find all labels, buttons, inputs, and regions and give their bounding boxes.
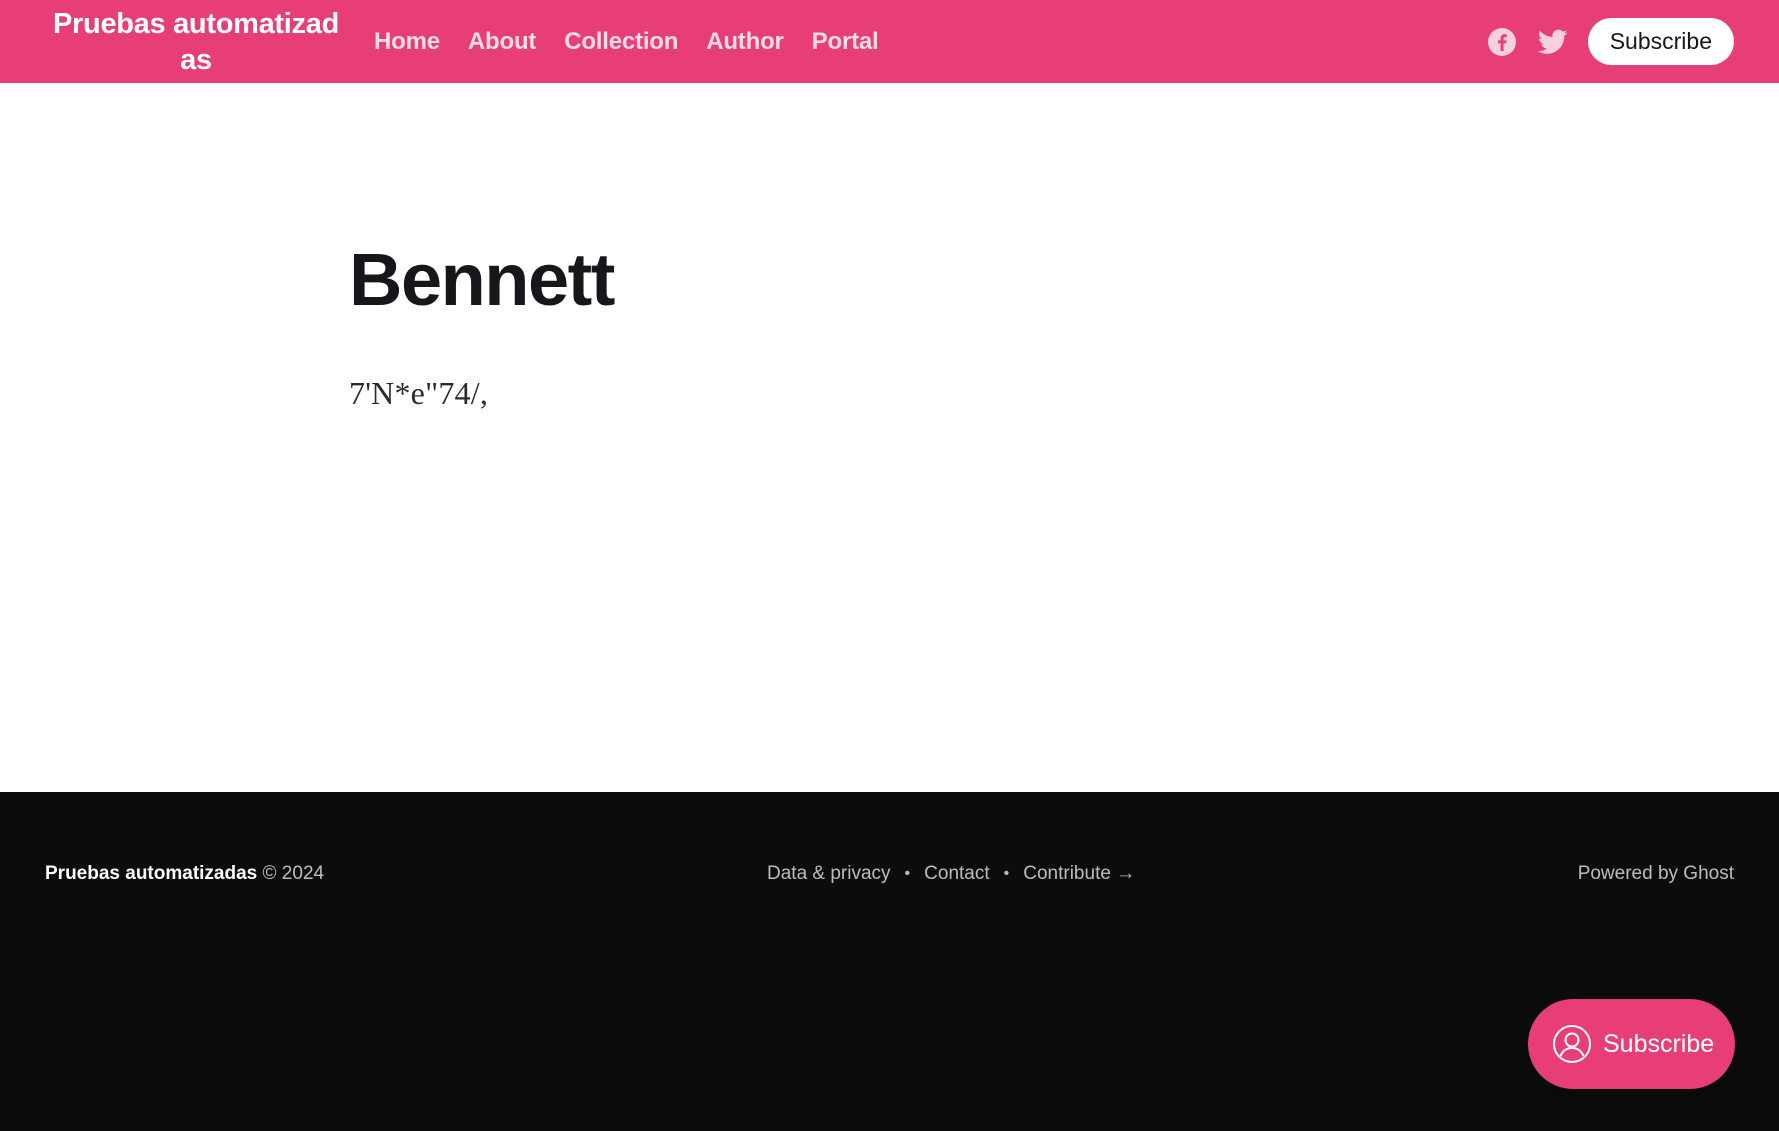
subscribe-button[interactable]: Subscribe	[1587, 18, 1734, 65]
footer-separator: •	[904, 865, 911, 882]
nav-portal-link[interactable]: Portal	[812, 28, 879, 56]
author-page: Bennett 7'N*e"74/,	[0, 83, 1779, 792]
powered-by-ghost-link[interactable]: Powered by Ghost	[1578, 860, 1734, 888]
footer-site-link[interactable]: Pruebas automatizadas	[45, 863, 257, 884]
footer-contact-link[interactable]: Contact	[924, 860, 989, 888]
site-footer: Pruebas automatizadas © 2024 Data & priv…	[0, 792, 1779, 1131]
user-circle-icon	[1552, 1024, 1592, 1064]
site-title[interactable]: Pruebas automatizadas	[46, 6, 346, 78]
nav-about-link[interactable]: About	[468, 28, 537, 56]
main-nav: Home About Collection Author Portal	[374, 0, 879, 83]
copyright-text: © 2024	[262, 863, 325, 884]
facebook-icon[interactable]	[1486, 26, 1518, 58]
nav-home-link[interactable]: Home	[374, 28, 440, 56]
site-header: Pruebas automatizadas Home About Collect…	[0, 0, 1779, 83]
portal-subscribe-button[interactable]: Subscribe	[1528, 999, 1735, 1089]
nav-collection-link[interactable]: Collection	[564, 28, 678, 56]
footer-nav: Data & privacy • Contact • Contribute →	[767, 860, 1135, 888]
footer-data-privacy-link[interactable]: Data & privacy	[767, 860, 891, 888]
footer-separator: •	[1003, 865, 1010, 882]
header-actions: Subscribe	[1486, 0, 1734, 83]
nav-author-link[interactable]: Author	[706, 28, 784, 56]
twitter-icon[interactable]	[1537, 26, 1569, 58]
author-bio: 7'N*e"74/,	[349, 375, 489, 411]
portal-subscribe-label: Subscribe	[1603, 1029, 1715, 1058]
author-name: Bennett	[349, 238, 615, 321]
footer-copyright: Pruebas automatizadas © 2024	[45, 860, 324, 888]
footer-contribute-link[interactable]: Contribute →	[1023, 860, 1135, 888]
